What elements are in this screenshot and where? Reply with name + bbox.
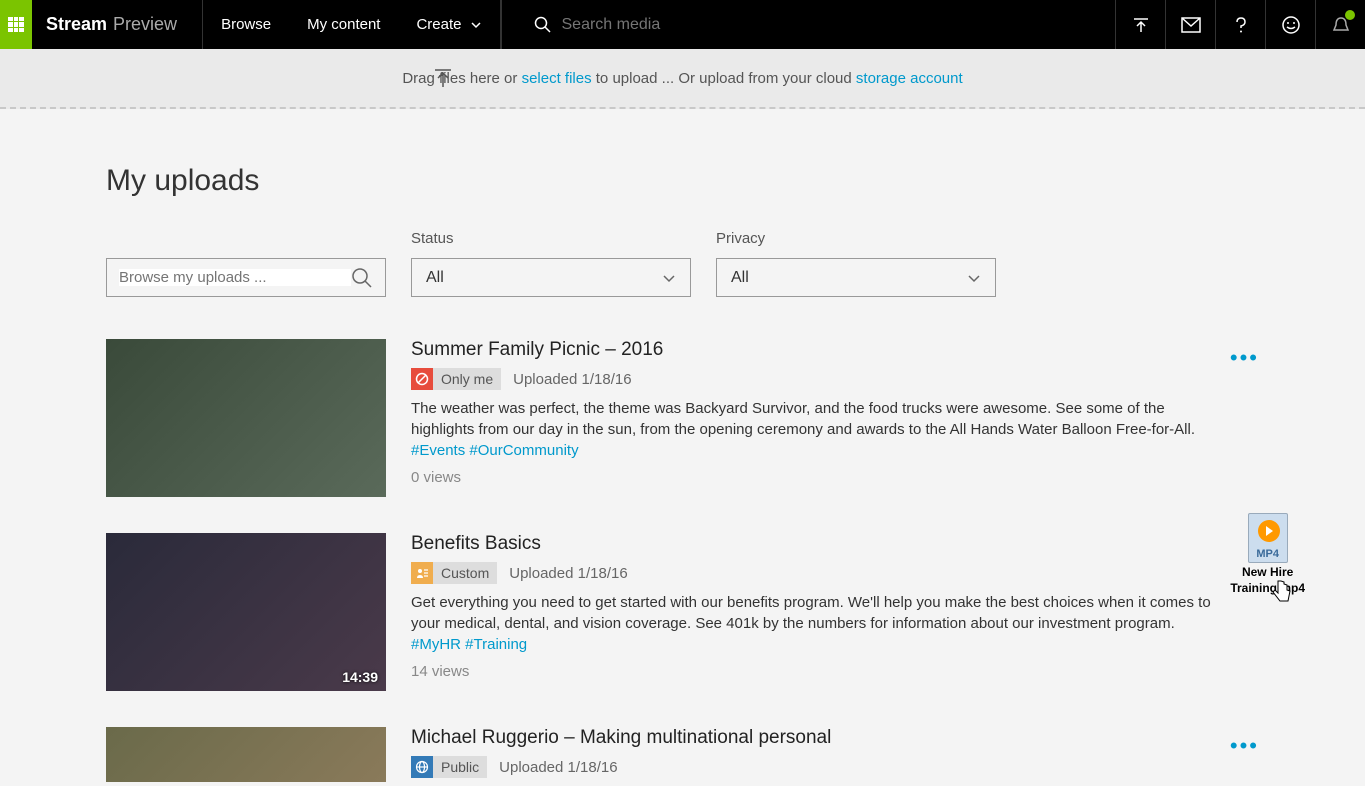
filters-row: Status All Privacy All [106,230,1259,297]
privacy-custom-icon [411,562,433,584]
status-value: All [426,269,444,287]
video-info: Summer Family Picnic – 2016 Only me Uplo… [386,339,1259,497]
video-description: Get everything you need to get started w… [411,592,1219,655]
upload-arrow-icon [432,67,454,89]
nav-browse[interactable]: Browse [203,0,289,49]
upload-text2: to upload ... Or upload from your cloud [592,70,856,87]
video-info: Benefits Basics Custom Uploaded 1/18/16 … [386,533,1259,691]
video-tags[interactable]: #Events #OurCommunity [411,442,579,459]
waffle-icon [8,17,24,33]
status-filter: Status All [411,230,691,297]
privacy-select[interactable]: All [716,258,996,297]
privacy-onlyme-icon [411,368,433,390]
privacy-badge: Only me [411,368,501,390]
chevron-down-icon [470,19,482,31]
privacy-text: Public [433,759,487,775]
privacy-label: Privacy [716,230,996,250]
nav: Browse My content Create [203,0,500,49]
uploaded-date: Uploaded 1/18/16 [499,759,617,776]
brand-main: Stream [46,14,107,35]
privacy-badge: Custom [411,562,497,584]
nav-create[interactable]: Create [398,0,500,49]
privacy-value: All [731,269,749,287]
more-menu[interactable]: ••• [1230,345,1259,371]
chevron-down-icon [967,271,981,285]
upload-text1: Drag files here or [402,70,521,87]
brand: Stream Preview [32,0,203,49]
uploaded-date: Uploaded 1/18/16 [513,371,631,388]
privacy-badge: Public [411,756,487,778]
video-info: Michael Ruggerio – Making multinational … [386,727,1259,786]
notifications-icon[interactable] [1315,0,1365,49]
more-menu[interactable]: ••• [1230,733,1259,759]
brand-sub: Preview [113,14,177,35]
video-title[interactable]: Summer Family Picnic – 2016 [411,339,1219,361]
uploads-search-input[interactable] [119,269,351,286]
status-label: Status [411,230,691,250]
search-icon [351,267,373,289]
upload-icon[interactable] [1115,0,1165,49]
video-title[interactable]: Michael Ruggerio – Making multinational … [411,727,1219,749]
video-item: Michael Ruggerio – Making multinational … [106,727,1259,786]
video-desc-text: The weather was perfect, the theme was B… [411,400,1195,438]
nav-mycontent[interactable]: My content [289,0,398,49]
chevron-down-icon [662,271,676,285]
video-thumbnail[interactable] [106,339,386,497]
nav-create-label: Create [416,16,461,33]
upload-dropzone[interactable]: Drag files here or select files to uploa… [0,49,1365,109]
page-title: My uploads [106,164,1259,198]
header-search[interactable] [501,0,1116,49]
privacy-text: Custom [433,565,497,581]
video-thumbnail[interactable] [106,727,386,782]
help-icon[interactable] [1215,0,1265,49]
app-launcher[interactable] [0,0,32,49]
search-input[interactable] [562,16,862,34]
video-views: 0 views [411,469,1219,486]
top-header: Stream Preview Browse My content Create [0,0,1365,49]
video-views: 14 views [411,663,1219,680]
mail-icon[interactable] [1165,0,1215,49]
video-item: 14:39 Benefits Basics Custom Uploaded 1/… [106,533,1259,691]
video-description: The weather was perfect, the theme was B… [411,398,1219,461]
main-content: My uploads Status All Privacy All Summer… [0,109,1365,786]
video-title[interactable]: Benefits Basics [411,533,1219,555]
notification-dot [1345,10,1355,20]
search-icon [534,16,552,34]
header-icons [1115,0,1365,49]
privacy-text: Only me [433,371,501,387]
video-thumbnail[interactable]: 14:39 [106,533,386,691]
storage-account-link[interactable]: storage account [856,70,963,87]
video-duration: 14:39 [342,669,378,685]
uploads-search[interactable] [106,258,386,297]
privacy-public-icon [411,756,433,778]
status-select[interactable]: All [411,258,691,297]
uploaded-date: Uploaded 1/18/16 [509,565,627,582]
video-tags[interactable]: #MyHR #Training [411,636,527,653]
video-desc-text: Get everything you need to get started w… [411,594,1211,632]
privacy-filter: Privacy All [716,230,996,297]
video-item: Summer Family Picnic – 2016 Only me Uplo… [106,339,1259,497]
smiley-icon[interactable] [1265,0,1315,49]
select-files-link[interactable]: select files [522,70,592,87]
